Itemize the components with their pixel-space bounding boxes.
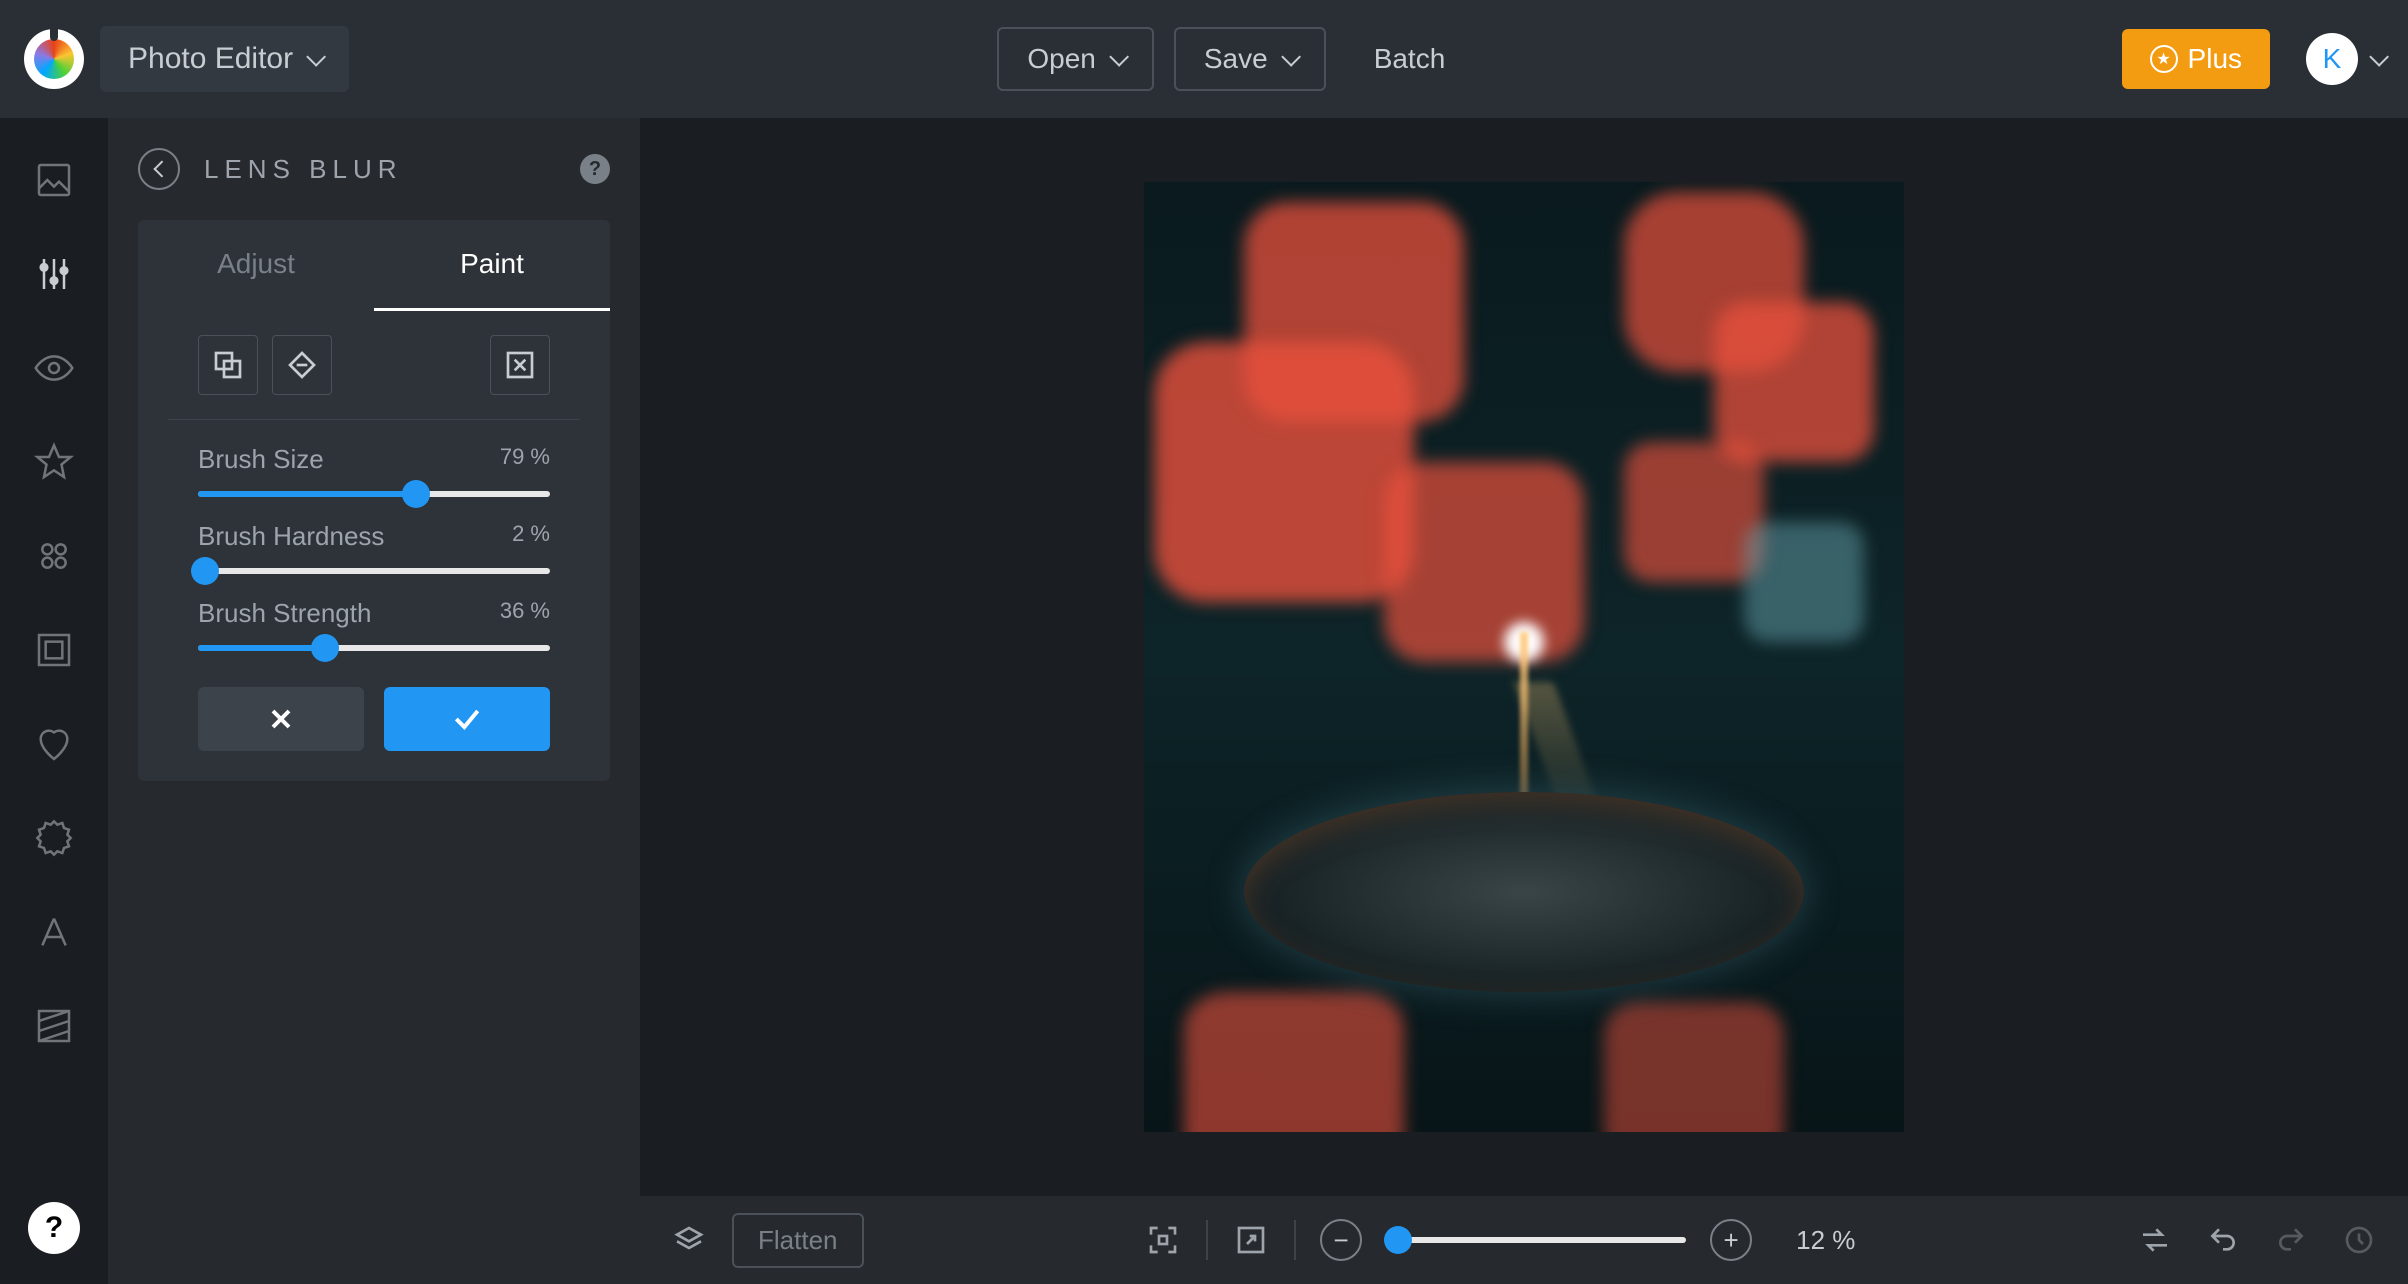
undo-icon[interactable] [2204,1221,2242,1259]
panel-tabs: Adjust Paint [138,220,610,311]
slider-value: 2 % [512,521,550,552]
badge-tool-icon[interactable] [32,816,76,860]
history-icon[interactable] [2340,1221,2378,1259]
effects-tool-icon[interactable] [32,534,76,578]
bottombar: Flatten − + 12 % [640,1196,2408,1284]
panel-help-button[interactable]: ? [580,154,610,184]
heart-tool-icon[interactable] [32,722,76,766]
slider-label: Brush Size [198,444,324,475]
arrow-left-icon [153,161,170,178]
plus-button[interactable]: ★ Plus [2122,29,2270,89]
panel-title: LENS BLUR [204,154,556,185]
compare-icon[interactable] [2136,1221,2174,1259]
invert-mask-button[interactable] [198,335,258,395]
flatten-button[interactable]: Flatten [732,1213,864,1268]
chevron-down-icon [1281,47,1301,67]
canvas-image [1144,182,1904,1132]
canvas-area: Flatten − + 12 % [640,118,2408,1284]
slider-thumb[interactable] [191,557,219,585]
chevron-down-icon [2369,47,2389,67]
app-title: Photo Editor [128,42,293,76]
topbar: Photo Editor Open Save Batch ★ Plus K [0,0,2408,118]
slider-track[interactable] [198,491,550,497]
canvas-viewport[interactable] [640,118,2408,1196]
star-icon: ★ [2150,45,2178,73]
apply-button[interactable] [384,687,550,751]
brush-strength-slider: Brush Strength 36 % [168,574,580,651]
slider-value: 36 % [500,598,550,629]
slider-thumb[interactable] [311,634,339,662]
save-button[interactable]: Save [1174,27,1326,91]
slider-label: Brush Hardness [198,521,384,552]
zoom-out-button[interactable]: − [1320,1219,1362,1261]
slider-thumb[interactable] [402,480,430,508]
text-tool-icon[interactable] [32,910,76,954]
app-title-dropdown[interactable]: Photo Editor [100,26,349,92]
expand-icon[interactable] [1232,1221,1270,1259]
fit-screen-icon[interactable] [1144,1221,1182,1259]
chevron-down-icon [1109,47,1129,67]
slider-value: 79 % [500,444,550,475]
chevron-down-icon [306,47,326,67]
redo-icon[interactable] [2272,1221,2310,1259]
texture-tool-icon[interactable] [32,1004,76,1048]
slider-label: Brush Strength [198,598,371,629]
frame-tool-icon[interactable] [32,628,76,672]
avatar: K [2306,33,2358,85]
tab-adjust[interactable]: Adjust [138,220,374,311]
left-toolbar: ? [0,118,108,1284]
back-button[interactable] [138,148,180,190]
brush-size-slider: Brush Size 79 % [168,420,580,497]
zoom-in-button[interactable]: + [1710,1219,1752,1261]
erase-button[interactable] [272,335,332,395]
clear-button[interactable] [490,335,550,395]
sliders-tool-icon[interactable] [32,252,76,296]
star-tool-icon[interactable] [32,440,76,484]
brush-hardness-slider: Brush Hardness 2 % [168,497,580,574]
batch-button[interactable]: Batch [1346,27,1474,91]
tab-paint[interactable]: Paint [374,220,610,311]
app-logo[interactable] [24,29,84,89]
cancel-button[interactable] [198,687,364,751]
zoom-value: 12 % [1796,1225,1855,1256]
image-tool-icon[interactable] [32,158,76,202]
slider-track[interactable] [198,568,550,574]
settings-panel: LENS BLUR ? Adjust Paint Brush Size 79 % [108,118,640,1284]
open-button[interactable]: Open [997,27,1154,91]
slider-thumb[interactable] [1384,1226,1412,1254]
layers-icon[interactable] [670,1221,708,1259]
slider-track[interactable] [198,645,550,651]
zoom-slider[interactable] [1386,1237,1686,1243]
help-button[interactable]: ? [28,1202,80,1254]
eye-tool-icon[interactable] [32,346,76,390]
account-menu[interactable]: K [2306,33,2384,85]
